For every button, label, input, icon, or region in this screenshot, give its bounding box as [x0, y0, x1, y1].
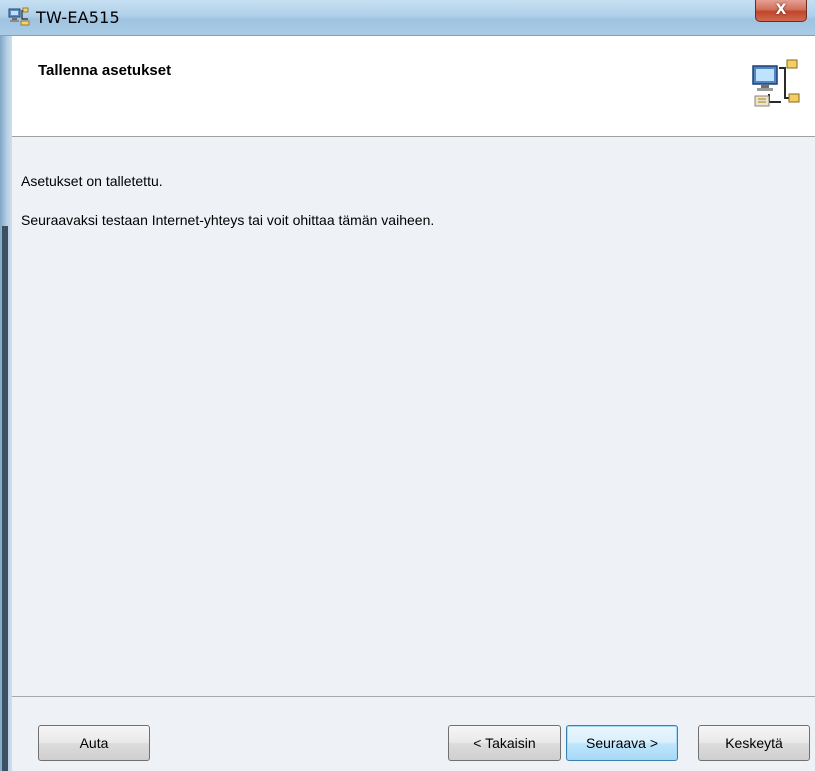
- wizard-content: Asetukset on talletettu. Seuraavaksi tes…: [12, 138, 815, 696]
- instruction-text: Seuraavaksi testaan Internet-yhteys tai …: [21, 212, 435, 228]
- window-frame-left: [0, 36, 12, 771]
- frame-shadow: [2, 226, 8, 771]
- wizard-header: Tallenna asetukset: [12, 36, 815, 137]
- page-title: Tallenna asetukset: [38, 62, 172, 79]
- close-button[interactable]: X: [755, 0, 807, 22]
- back-button[interactable]: < Takaisin: [448, 725, 561, 761]
- wizard-window: TW-EA515 X Tallenna asetukset Asetukset …: [0, 0, 815, 771]
- title-bar[interactable]: TW-EA515 X: [0, 0, 815, 36]
- next-button[interactable]: Seuraava >: [566, 725, 678, 761]
- button-bar: Auta < Takaisin Seuraava > Keskeytä: [12, 696, 815, 771]
- network-computer-icon: [8, 7, 30, 26]
- window-title: TW-EA515: [36, 8, 120, 27]
- cancel-button[interactable]: Keskeytä: [698, 725, 810, 761]
- help-button[interactable]: Auta: [38, 725, 150, 761]
- network-computer-icon: [752, 59, 800, 107]
- status-text: Asetukset on talletettu.: [21, 173, 163, 189]
